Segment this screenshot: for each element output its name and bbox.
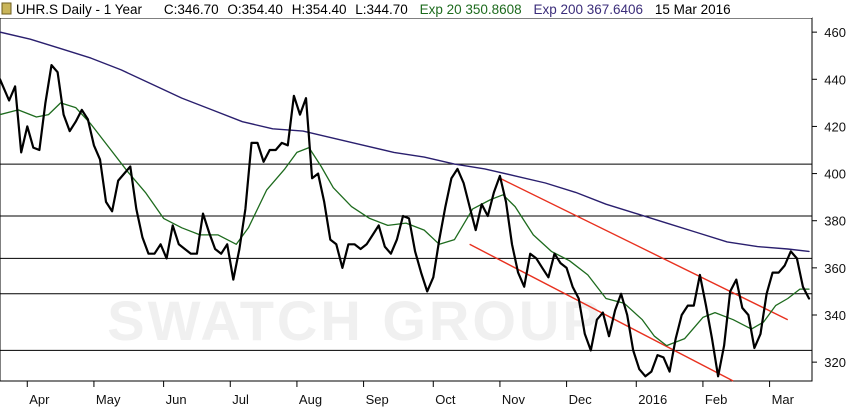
header-ema200: Exp 200 367.6406 xyxy=(533,2,643,17)
header-close: C:346.70 xyxy=(164,2,219,17)
x-tick-label-7: Nov xyxy=(502,392,526,407)
x-tick-label-11: Mar xyxy=(772,392,795,407)
x-tick-label-3: Jul xyxy=(232,392,249,407)
y-tick-label-340: 340 xyxy=(824,308,846,323)
header-ema20: Exp 20 350.8608 xyxy=(420,2,522,17)
x-tick-label-10: Feb xyxy=(705,392,727,407)
x-tick-label-4: Aug xyxy=(299,392,322,407)
x-axis: Apr May Jun Jul Aug Sep Oct Nov Dec 2016 Feb Mar xyxy=(26,381,795,407)
y-tick-label-420: 420 xyxy=(824,119,846,134)
watermark: SWATCH GROUP xyxy=(107,289,602,352)
x-tick-label-0: Apr xyxy=(29,392,50,407)
header-date: 15 Mar 2016 xyxy=(655,2,731,17)
header-line: UHR.S Daily - 1 Year C:346.70 O:354.40 H… xyxy=(16,2,731,17)
header-open: O:354.40 xyxy=(227,2,283,17)
price-chart: SWATCH GROUP 320 340 360 380 400 420 440 460 Ap… xyxy=(0,0,846,407)
y-tick-label-360: 360 xyxy=(824,261,846,276)
x-tick-label-6: Oct xyxy=(435,392,456,407)
header-icon[interactable] xyxy=(1,2,12,15)
y-axis: 320 340 360 380 400 420 440 460 xyxy=(812,25,846,370)
x-tick-label-5: Sep xyxy=(366,392,389,407)
header-symbol: UHR.S Daily - 1 Year xyxy=(16,2,143,17)
x-tick-label-2: Jun xyxy=(166,392,187,407)
x-tick-label-8: Dec xyxy=(569,392,593,407)
x-tick-label-9: 2016 xyxy=(638,392,667,407)
y-tick-label-440: 440 xyxy=(824,72,846,87)
y-tick-label-320: 320 xyxy=(824,355,846,370)
y-tick-label-400: 400 xyxy=(824,167,846,182)
chart-container: SWATCH GROUP 320 340 360 380 400 420 440 460 Ap… xyxy=(0,0,850,408)
header-low: L:344.70 xyxy=(355,2,408,17)
ema200-line xyxy=(0,31,810,253)
x-tick-label-1: May xyxy=(96,392,121,407)
y-tick-label-460: 460 xyxy=(824,25,846,40)
y-tick-label-380: 380 xyxy=(824,214,846,229)
header-high: H:354.40 xyxy=(292,2,347,17)
